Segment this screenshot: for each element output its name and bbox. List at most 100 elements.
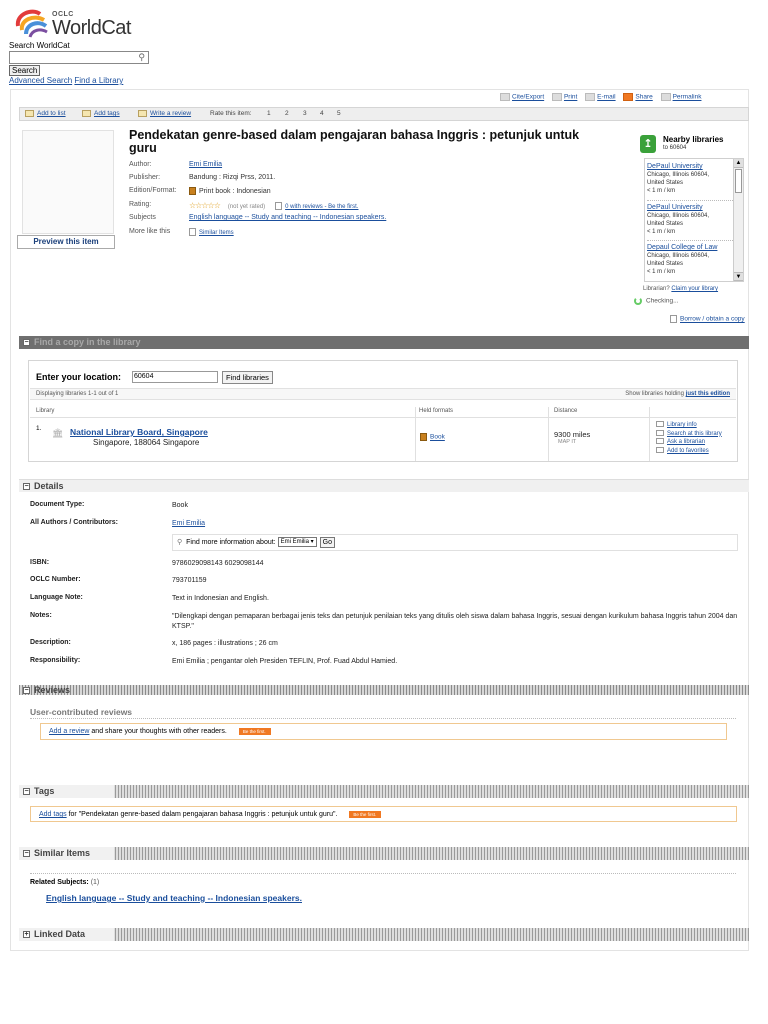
add-to-list-link[interactable]: Add to list bbox=[37, 110, 66, 117]
search-input[interactable]: ⚲ bbox=[9, 51, 149, 64]
rate-2[interactable]: 2 bbox=[285, 108, 289, 120]
print-icon bbox=[551, 93, 562, 101]
library-name-link[interactable]: National Library Board, Singapore bbox=[70, 427, 208, 437]
rate-3[interactable]: 3 bbox=[303, 108, 307, 120]
collapse-icon[interactable]: − bbox=[23, 788, 30, 796]
rate-4[interactable]: 4 bbox=[320, 108, 324, 120]
find-more-select[interactable]: Emi Emilia ▾ bbox=[277, 537, 317, 548]
rating-stars-icon[interactable]: ☆☆☆☆☆ bbox=[189, 201, 221, 210]
similar-items-header[interactable]: − Similar Items bbox=[19, 847, 749, 860]
review-icon bbox=[138, 109, 147, 117]
collapse-icon[interactable]: − bbox=[23, 687, 30, 695]
nearby-libraries-icon: ↥ bbox=[640, 135, 656, 153]
subject-link[interactable]: English language -- Study and teaching -… bbox=[189, 214, 386, 221]
find-library-link[interactable]: Find a Library bbox=[74, 76, 123, 85]
related-subject-link[interactable]: English language -- Study and teaching -… bbox=[46, 893, 302, 903]
reviews-link[interactable]: 0 with reviews - Be the first. bbox=[285, 204, 358, 210]
borrow-row: Borrow / obtain a copy bbox=[670, 315, 745, 323]
collapse-icon[interactable]: − bbox=[23, 339, 30, 347]
book-icon bbox=[189, 187, 196, 195]
go-button[interactable]: Go bbox=[319, 536, 335, 548]
library-building-icon: 🏛 bbox=[52, 428, 64, 438]
nearby-library-link[interactable]: DePaul University bbox=[647, 204, 703, 211]
library-info-link[interactable]: Library info bbox=[667, 422, 697, 428]
email-link[interactable]: E-mail bbox=[597, 94, 615, 101]
collapse-icon[interactable]: − bbox=[23, 483, 30, 491]
librarian-claim: Librarian? Claim your library bbox=[643, 286, 719, 292]
divider bbox=[647, 200, 733, 201]
loading-spinner-icon bbox=[634, 297, 642, 305]
reviews-subhead: User-contributed reviews bbox=[30, 707, 133, 717]
add-tags-link[interactable]: Add tags bbox=[39, 811, 67, 818]
nearby-library-link[interactable]: DePaul University bbox=[647, 163, 703, 170]
rate-5[interactable]: 5 bbox=[337, 108, 341, 120]
write-review-link[interactable]: Write a review bbox=[150, 110, 191, 117]
scroll-up-icon[interactable]: ▲ bbox=[734, 159, 743, 168]
share-link[interactable]: Share bbox=[635, 94, 652, 101]
expand-icon[interactable]: + bbox=[23, 931, 30, 939]
find-copy-header[interactable]: − Find a copy in the library bbox=[19, 336, 749, 349]
checking-status: Checking... bbox=[634, 297, 679, 305]
print-link[interactable]: Print bbox=[564, 94, 577, 101]
header-links: Advanced Search Find a Library bbox=[9, 76, 123, 85]
author-link[interactable]: Emi Emilia bbox=[189, 161, 222, 168]
cite-export-link[interactable]: Cite/Export bbox=[512, 94, 544, 101]
chevron-down-icon: ▾ bbox=[310, 539, 314, 546]
contributor-link[interactable]: Emi Emilia bbox=[172, 520, 205, 527]
collapse-icon[interactable]: − bbox=[23, 850, 30, 858]
permalink-link[interactable]: Permalink bbox=[673, 94, 702, 101]
search-icon bbox=[656, 429, 664, 436]
permalink-icon bbox=[660, 93, 671, 101]
email-icon bbox=[585, 93, 596, 101]
nearby-title: Nearby libraries bbox=[663, 135, 724, 144]
divider bbox=[30, 873, 736, 874]
linked-data-header[interactable]: + Linked Data bbox=[19, 928, 749, 941]
related-subjects: Related Subjects: (1) bbox=[30, 879, 100, 886]
add-to-favorites-link[interactable]: Add to favorites bbox=[667, 448, 709, 454]
nearby-library-list[interactable]: DePaul University Chicago, Illinois 6060… bbox=[644, 158, 744, 282]
search-at-library-link[interactable]: Search at this library bbox=[667, 431, 722, 437]
book-icon bbox=[420, 433, 427, 441]
preview-button[interactable]: Preview this item bbox=[17, 235, 115, 249]
map-it-link[interactable]: MAP IT bbox=[558, 439, 576, 445]
worldcat-swirl-icon bbox=[15, 9, 48, 38]
add-review-box: Add a review and share your thoughts wit… bbox=[40, 723, 727, 740]
rate-1[interactable]: 1 bbox=[267, 108, 271, 120]
library-table-header: Library Held formats Distance bbox=[30, 407, 736, 418]
worldcat-logo[interactable]: OCLC WorldCat bbox=[14, 6, 144, 40]
just-this-edition-link[interactable]: just this edition bbox=[686, 391, 730, 397]
scroll-thumb[interactable] bbox=[735, 169, 742, 193]
nearby-library-item: DePaul University Chicago, Illinois 6060… bbox=[647, 163, 710, 194]
share-icon bbox=[623, 93, 634, 101]
advanced-search-link[interactable]: Advanced Search bbox=[9, 76, 72, 85]
search-button[interactable]: Search bbox=[9, 65, 41, 76]
review-page-icon bbox=[275, 202, 283, 211]
scroll-down-icon[interactable]: ▼ bbox=[734, 272, 743, 281]
tags-header[interactable]: − Tags bbox=[19, 785, 749, 798]
nearby-scrollbar[interactable]: ▲ ▼ bbox=[733, 159, 743, 281]
page-title: Pendekatan genre-based dalam pengajaran … bbox=[129, 128, 580, 155]
add-review-link[interactable]: Add a review bbox=[49, 728, 89, 735]
cite-icon bbox=[500, 93, 510, 101]
similar-items-link[interactable]: Similar Items bbox=[199, 230, 234, 236]
add-tags-link[interactable]: Add tags bbox=[94, 110, 120, 117]
find-libraries-button[interactable]: Find libraries bbox=[222, 371, 273, 384]
rate-label: Rate this item: bbox=[210, 110, 252, 117]
find-more-info: ⚲ Find more information about: Emi Emilia… bbox=[172, 534, 738, 551]
similar-icon bbox=[189, 228, 196, 236]
divider bbox=[647, 240, 733, 241]
location-input[interactable]: 60604 bbox=[132, 371, 218, 383]
borrow-link[interactable]: Borrow / obtain a copy bbox=[680, 316, 745, 323]
claim-library-link[interactable]: Claim your library bbox=[671, 286, 718, 292]
logo-text: WorldCat bbox=[52, 17, 132, 39]
be-the-first-badge: Be the first. bbox=[238, 727, 271, 735]
held-format-link[interactable]: Book bbox=[430, 434, 445, 441]
table-row: 1. 🏛 National Library Board, Singapore S… bbox=[36, 421, 722, 454]
nearby-subtitle: to 60604 bbox=[663, 145, 687, 151]
reviews-header[interactable]: − Reviews bbox=[19, 685, 749, 695]
be-the-first-badge: Be the first. bbox=[349, 810, 382, 818]
nearby-library-link[interactable]: Depaul College of Law bbox=[647, 244, 717, 251]
details-header[interactable]: − Details bbox=[19, 479, 749, 492]
location-label: Enter your location: bbox=[36, 372, 122, 382]
ask-librarian-link[interactable]: Ask a librarian bbox=[667, 439, 705, 445]
